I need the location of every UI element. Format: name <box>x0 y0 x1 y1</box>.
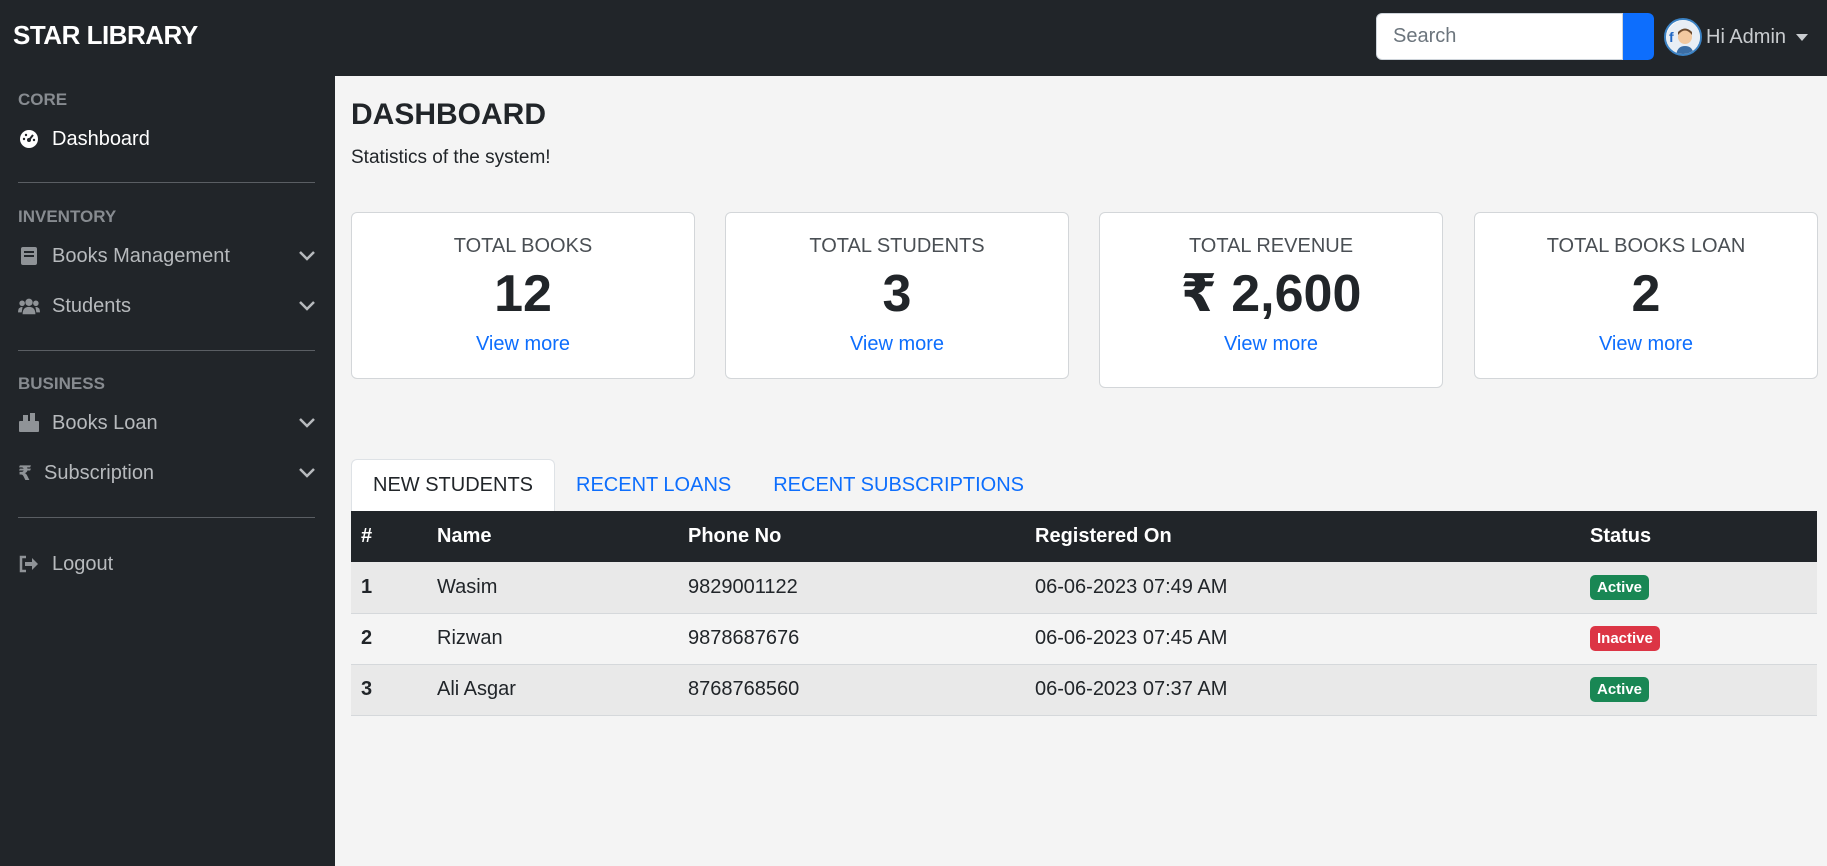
chevron-down-icon <box>296 462 318 484</box>
phone-number: 9829001122 <box>678 562 1025 614</box>
sidebar-item-label: Books Management <box>52 244 230 267</box>
student-name: Ali Asgar <box>427 664 678 716</box>
card-value: 12 <box>494 265 552 323</box>
brand-logo[interactable]: STAR LIBRARY <box>13 20 198 51</box>
row-number: 3 <box>351 664 427 716</box>
card-value: 2 <box>1631 265 1661 323</box>
table-header-row: # Name Phone No Registered On Status <box>351 511 1817 562</box>
table-row: 1 Wasim 9829001122 06-06-2023 07:49 AM A… <box>351 562 1817 614</box>
table-row: 2 Rizwan 9878687676 06-06-2023 07:45 AM … <box>351 613 1817 665</box>
sidebar-divider <box>18 350 315 351</box>
sidebar-item-label: Students <box>52 294 131 317</box>
sidebar-item-books-loan[interactable]: Books Loan <box>18 406 318 440</box>
stat-card-total-revenue: TOTAL REVENUE ₹ 2,600 View more <box>1099 212 1443 389</box>
view-more-link[interactable]: View more <box>850 333 944 356</box>
avatar: f <box>1664 18 1702 56</box>
chevron-down-icon <box>296 245 318 267</box>
view-more-link[interactable]: View more <box>1599 333 1693 356</box>
sidebar-heading-business: BUSINESS <box>18 374 105 393</box>
column-header: Phone No <box>678 511 1025 562</box>
tab-bar: NEW STUDENTS RECENT LOANS RECENT SUBSCRI… <box>351 459 1045 511</box>
stat-card-total-books: TOTAL BOOKS 12 View more <box>351 212 695 380</box>
user-greeting: Hi Admin <box>1706 25 1787 48</box>
sidebar-heading-inventory: INVENTORY <box>18 207 117 226</box>
page-subtitle: Statistics of the system! <box>351 147 551 168</box>
card-value: ₹ 2,600 <box>1180 265 1362 323</box>
sidebar-item-logout[interactable]: Logout <box>18 547 318 581</box>
column-header: Registered On <box>1025 511 1580 562</box>
student-name: Wasim <box>427 562 678 614</box>
sidebar-item-subscription[interactable]: ₹ Subscription <box>18 456 318 490</box>
sidebar-heading-core: CORE <box>18 90 68 109</box>
chevron-down-icon <box>1796 33 1809 41</box>
sidebar-item-label: Dashboard <box>52 127 150 150</box>
page-title: DASHBOARD <box>351 98 546 131</box>
logout-icon <box>18 553 40 575</box>
column-header: Status <box>1580 511 1817 562</box>
table-row: 3 Ali Asgar 8768768560 06-06-2023 07:37 … <box>351 664 1817 716</box>
chevron-down-icon <box>296 295 318 317</box>
top-navbar: STAR LIBRARY f Hi Admin <box>0 0 1827 76</box>
main-content: DASHBOARD Statistics of the system! TOTA… <box>335 76 1827 866</box>
status-badge: Active <box>1590 574 1650 600</box>
view-more-link[interactable]: View more <box>1224 333 1318 356</box>
sidebar-divider <box>18 182 315 183</box>
stat-card-total-students: TOTAL STUDENTS 3 View more <box>725 212 1069 380</box>
students-table: # Name Phone No Registered On Status 1 W… <box>351 511 1817 716</box>
sidebar-item-label: Subscription <box>44 461 155 484</box>
row-number: 1 <box>351 562 427 614</box>
student-name: Rizwan <box>427 613 678 665</box>
column-header: Name <box>427 511 678 562</box>
book-icon <box>18 245 40 267</box>
sidebar-divider <box>18 517 315 518</box>
users-icon <box>18 295 40 317</box>
column-header: # <box>351 511 427 562</box>
stat-card-total-books-loan: TOTAL BOOKS LOAN 2 View more <box>1474 212 1818 380</box>
row-number: 2 <box>351 613 427 665</box>
registered-on: 06-06-2023 07:49 AM <box>1025 562 1580 614</box>
rupee-icon: ₹ <box>18 462 32 485</box>
book-loan-icon <box>18 412 40 434</box>
phone-number: 8768768560 <box>678 664 1025 716</box>
card-title: TOTAL STUDENTS <box>809 235 985 257</box>
dashboard-icon <box>18 128 40 150</box>
search-input[interactable] <box>1376 13 1623 60</box>
sidebar-item-label: Logout <box>52 552 114 575</box>
view-more-link[interactable]: View more <box>476 333 570 356</box>
card-title: TOTAL BOOKS LOAN <box>1546 235 1746 257</box>
status-badge: Active <box>1590 677 1650 702</box>
card-title: TOTAL BOOKS <box>453 235 593 257</box>
sidebar-item-books-management[interactable]: Books Management <box>18 239 318 273</box>
tab-recent-loans[interactable]: RECENT LOANS <box>555 459 752 511</box>
registered-on: 06-06-2023 07:45 AM <box>1025 613 1580 665</box>
search-button[interactable] <box>1623 13 1654 60</box>
user-menu[interactable]: f Hi Admin <box>1664 17 1809 57</box>
svg-text:f: f <box>1669 29 1674 45</box>
phone-number: 9878687676 <box>678 613 1025 665</box>
registered-on: 06-06-2023 07:37 AM <box>1025 664 1580 716</box>
tab-recent-subscriptions[interactable]: RECENT SUBSCRIPTIONS <box>752 459 1045 511</box>
card-title: TOTAL REVENUE <box>1188 235 1354 257</box>
status-badge: Inactive <box>1590 626 1660 651</box>
card-value: 3 <box>882 265 912 323</box>
sidebar-item-students[interactable]: Students <box>18 289 318 323</box>
chevron-down-icon <box>296 412 318 434</box>
sidebar-item-label: Books Loan <box>52 411 158 434</box>
sidebar: CORE Dashboard INVENTORY Books Managemen… <box>0 76 335 866</box>
search-form <box>1376 13 1654 60</box>
sidebar-item-dashboard[interactable]: Dashboard <box>18 122 318 156</box>
tab-new-students[interactable]: NEW STUDENTS <box>351 459 555 511</box>
